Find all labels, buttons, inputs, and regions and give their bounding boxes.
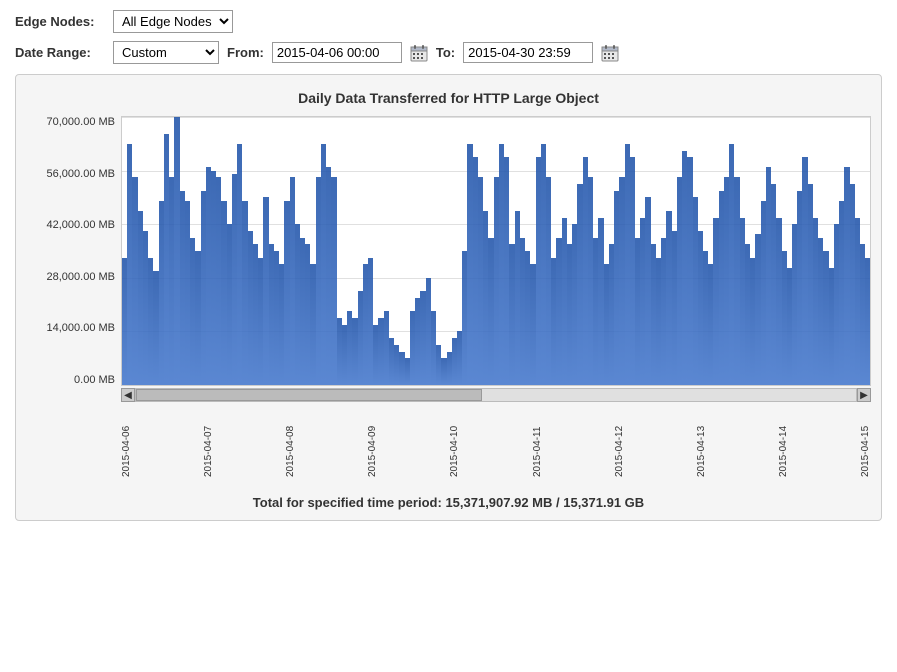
scrollbar-thumb[interactable] bbox=[136, 389, 482, 401]
total-label: Total for specified time period: bbox=[253, 495, 442, 510]
bars-wrapper bbox=[121, 116, 871, 386]
x-axis-label: 2015-04-09 bbox=[367, 407, 378, 477]
x-axis-label: 2015-04-10 bbox=[449, 407, 460, 477]
x-axis-label: 2015-04-15 bbox=[860, 407, 871, 477]
x-axis-label: 2015-04-11 bbox=[532, 407, 543, 477]
chart-area: 70,000.00 MB 56,000.00 MB 42,000.00 MB 28,0… bbox=[26, 116, 871, 477]
x-axis-label: 2015-04-06 bbox=[121, 407, 132, 477]
chart-right: ◀ ▶ 2015-04-062015-04-072015-04-082015-0… bbox=[121, 116, 871, 477]
x-axis-label: 2015-04-07 bbox=[203, 407, 214, 477]
y-axis-label: 56,000.00 MB bbox=[47, 168, 116, 180]
scrollbar-track[interactable] bbox=[135, 388, 857, 402]
date-range-row: Date Range: CustomLast 7 DaysLast 30 Day… bbox=[15, 41, 882, 64]
total-value: 15,371,907.92 MB / 15,371.91 GB bbox=[445, 495, 644, 510]
x-axis-label: 2015-04-13 bbox=[696, 407, 707, 477]
bar bbox=[865, 258, 870, 385]
date-range-select[interactable]: CustomLast 7 DaysLast 30 DaysThis Month bbox=[113, 41, 219, 64]
from-date-input[interactable] bbox=[272, 42, 402, 63]
gridline bbox=[122, 385, 870, 386]
edge-nodes-row: Edge Nodes: All Edge NodesEdge Node 1Edg… bbox=[15, 10, 882, 33]
from-label: From: bbox=[227, 45, 264, 60]
to-date-input[interactable] bbox=[463, 42, 593, 63]
y-axis-label: 14,000.00 MB bbox=[47, 322, 116, 334]
x-axis: 2015-04-06 2015-04-07 2015-04-08 2015-04-09… bbox=[121, 407, 871, 477]
edge-nodes-label: Edge Nodes: bbox=[15, 14, 105, 29]
x-axis-label: 2015-04-08 bbox=[285, 407, 296, 477]
y-axis-label: 28,000.00 MB bbox=[47, 271, 116, 283]
to-calendar-icon[interactable] bbox=[601, 44, 619, 62]
y-axis-label: 70,000.00 MB bbox=[47, 116, 116, 128]
x-axis-label: 2015-04-12 bbox=[614, 407, 625, 477]
date-range-label: Date Range: bbox=[15, 45, 105, 60]
scrollbar-row: ◀ ▶ bbox=[121, 388, 871, 402]
bars-canvas bbox=[122, 117, 870, 385]
scroll-right-arrow[interactable]: ▶ bbox=[857, 388, 871, 402]
y-axis-label: 0.00 MB bbox=[74, 374, 115, 386]
x-axis-label: 2015-04-14 bbox=[778, 407, 789, 477]
chart-container: Daily Data Transferred for HTTP Large Ob… bbox=[15, 74, 882, 521]
y-axis: 70,000.00 MB 56,000.00 MB 42,000.00 MB 28,0… bbox=[26, 116, 121, 386]
total-row: Total for specified time period: 15,371,… bbox=[26, 495, 871, 510]
to-label: To: bbox=[436, 45, 455, 60]
y-axis-label: 42,000.00 MB bbox=[47, 219, 116, 231]
from-calendar-icon[interactable] bbox=[410, 44, 428, 62]
controls-panel: Edge Nodes: All Edge NodesEdge Node 1Edg… bbox=[15, 10, 882, 64]
edge-nodes-select[interactable]: All Edge NodesEdge Node 1Edge Node 2 bbox=[113, 10, 233, 33]
scroll-left-arrow[interactable]: ◀ bbox=[121, 388, 135, 402]
chart-title: Daily Data Transferred for HTTP Large Ob… bbox=[26, 90, 871, 106]
